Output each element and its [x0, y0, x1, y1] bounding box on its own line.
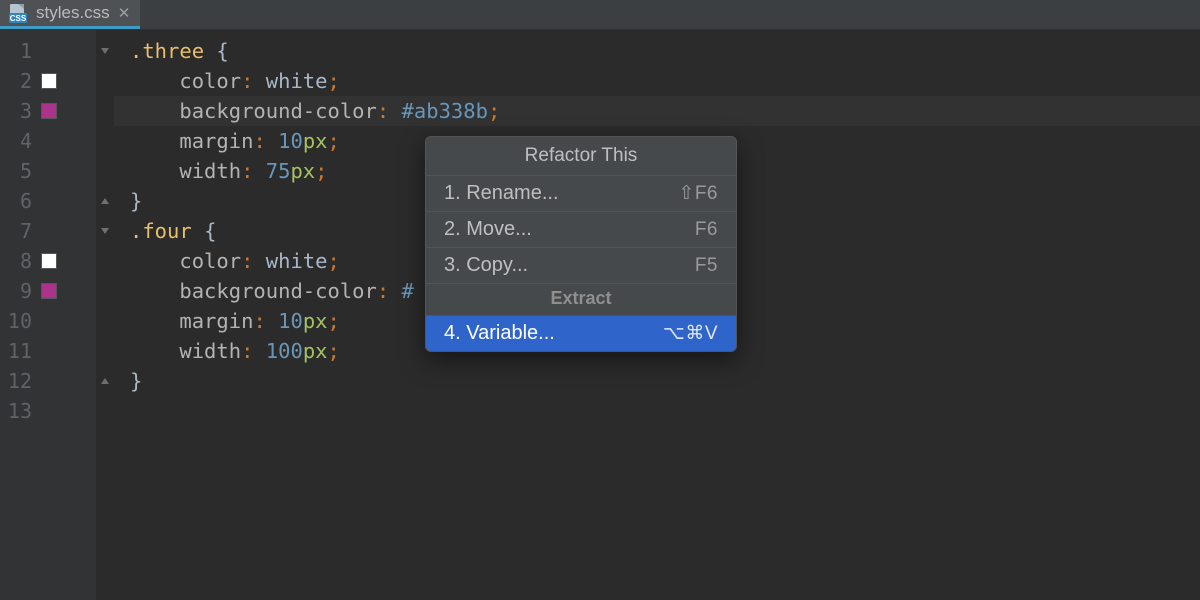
popup-item-shortcut: ⇧F6	[678, 182, 718, 205]
gutter-swatch-slot	[38, 216, 60, 246]
gutter: 12345678910111213	[0, 30, 96, 600]
fold-spacer	[96, 246, 114, 276]
tab-styles-css[interactable]: CSS styles.css ✕	[0, 0, 140, 29]
popup-item[interactable]: 2. Move... F6	[426, 211, 736, 247]
fold-open-icon[interactable]	[96, 36, 114, 66]
svg-text:CSS: CSS	[10, 14, 27, 23]
popup-section-extract: Extract	[426, 283, 736, 315]
line-number: 3	[0, 96, 38, 126]
color-swatch[interactable]	[41, 283, 57, 299]
line-number: 11	[0, 336, 38, 366]
fold-close-icon[interactable]	[96, 366, 114, 396]
fold-spacer	[96, 276, 114, 306]
code-line[interactable]: color: white;	[114, 66, 1200, 96]
line-number: 2	[0, 66, 38, 96]
line-number: 5	[0, 156, 38, 186]
popup-item[interactable]: 4. Variable... ⌥⌘V	[426, 315, 736, 351]
editor: 12345678910111213 .three { color: white;…	[0, 30, 1200, 600]
fold-close-icon[interactable]	[96, 186, 114, 216]
color-swatch[interactable]	[41, 253, 57, 269]
color-swatch[interactable]	[41, 103, 57, 119]
popup-item-label: 2. Move...	[444, 218, 532, 241]
fold-spacer	[96, 126, 114, 156]
code-line[interactable]: }	[114, 366, 1200, 396]
tab-close-icon[interactable]: ✕	[118, 4, 131, 22]
popup-item-label: 1. Rename...	[444, 182, 559, 205]
fold-spacer	[96, 306, 114, 336]
popup-item-shortcut: ⌥⌘V	[663, 322, 718, 345]
fold-spacer	[96, 96, 114, 126]
popup-item[interactable]: 3. Copy... F5	[426, 247, 736, 283]
line-number: 1	[0, 36, 38, 66]
gutter-swatch-slot	[38, 126, 60, 156]
gutter-swatch-slot	[38, 36, 60, 66]
fold-column	[96, 30, 114, 600]
popup-item-label: 3. Copy...	[444, 254, 528, 277]
tab-bar: CSS styles.css ✕	[0, 0, 1200, 30]
popup-item-shortcut: F5	[695, 255, 718, 277]
fold-spacer	[96, 156, 114, 186]
gutter-swatch-slot	[38, 246, 60, 276]
gutter-swatch-slot	[38, 336, 60, 366]
refactor-popup: Refactor This 1. Rename... ⇧F6 2. Move... F…	[425, 136, 737, 352]
line-number: 7	[0, 216, 38, 246]
gutter-swatch-slot	[38, 306, 60, 336]
popup-item-label: 4. Variable...	[444, 322, 555, 345]
gutter-swatch-slot	[38, 396, 60, 426]
line-number: 13	[0, 396, 38, 426]
css-file-icon: CSS	[8, 3, 28, 23]
popup-item[interactable]: 1. Rename... ⇧F6	[426, 175, 736, 211]
gutter-swatch-slot	[38, 96, 60, 126]
line-number: 4	[0, 126, 38, 156]
fold-spacer	[96, 396, 114, 426]
tab-label: styles.css	[36, 3, 110, 23]
line-number: 6	[0, 186, 38, 216]
code-line[interactable]	[114, 396, 1200, 426]
gutter-swatch-slot	[38, 66, 60, 96]
line-number: 8	[0, 246, 38, 276]
line-number: 10	[0, 306, 38, 336]
color-swatch[interactable]	[41, 73, 57, 89]
gutter-swatch-slot	[38, 366, 60, 396]
fold-open-icon[interactable]	[96, 216, 114, 246]
line-number: 9	[0, 276, 38, 306]
popup-item-shortcut: F6	[695, 219, 718, 241]
gutter-swatch-slot	[38, 156, 60, 186]
popup-title: Refactor This	[426, 137, 736, 175]
gutter-swatch-slot	[38, 276, 60, 306]
code-line[interactable]: .three {	[114, 36, 1200, 66]
fold-spacer	[96, 66, 114, 96]
fold-spacer	[96, 336, 114, 366]
line-number: 12	[0, 366, 38, 396]
gutter-swatch-slot	[38, 186, 60, 216]
code-line[interactable]: background-color: #ab338b;	[114, 96, 1200, 126]
